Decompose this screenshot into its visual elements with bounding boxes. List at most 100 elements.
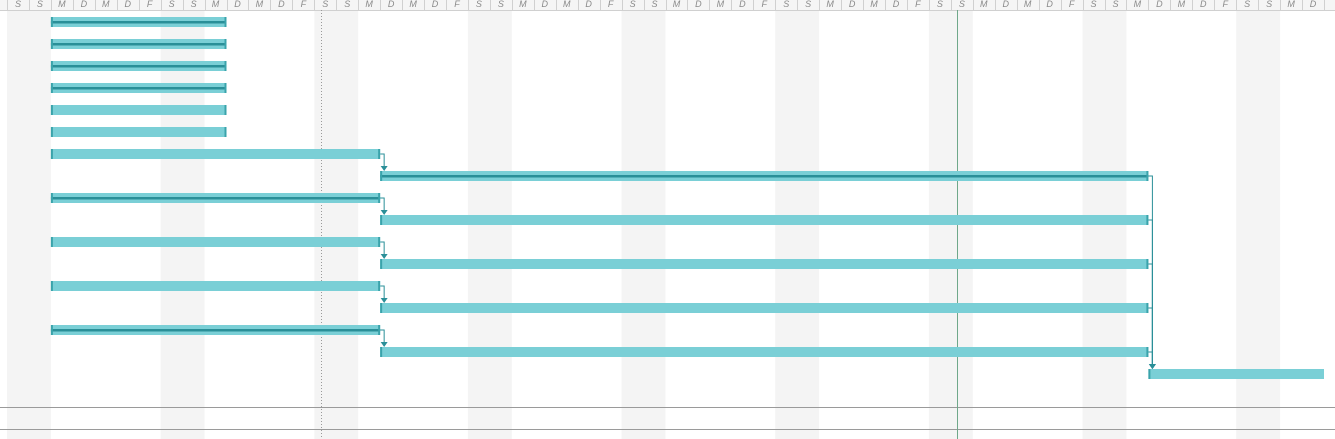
task-bar-end-cap	[224, 105, 227, 115]
timescale-day-label: M	[870, 0, 878, 9]
task-bar[interactable]	[50, 61, 227, 71]
task-bar-fill[interactable]	[380, 347, 1149, 357]
task-bar[interactable]	[1148, 369, 1324, 379]
timescale-day-label: M	[58, 0, 66, 9]
task-bar-fill[interactable]	[50, 149, 381, 159]
task-bar-fill[interactable]	[50, 105, 227, 115]
timescale-day-label: M	[717, 0, 725, 9]
task-bar-start-cap	[50, 83, 53, 93]
task-bar-fill[interactable]	[50, 281, 381, 291]
task-bar-end-cap	[1146, 303, 1149, 313]
timescale-day-label: S	[959, 0, 965, 9]
task-bar-start-cap	[380, 303, 383, 313]
task-bar[interactable]	[50, 83, 227, 93]
task-bar[interactable]	[50, 193, 381, 203]
dependency-link-line	[1148, 307, 1153, 368]
task-bar-start-cap	[50, 149, 53, 159]
task-bar-fill[interactable]	[1148, 369, 1324, 379]
task-bar-end-cap	[1146, 215, 1149, 225]
task-bar-end-cap	[378, 281, 381, 291]
gantt-timeline[interactable]: SSMDMDFSSMDMDFSSMDMDFSSMDMDFSSMDMDFSSMDM…	[0, 0, 1335, 439]
task-bar-start-cap	[50, 105, 53, 115]
timescale-day-label: S	[344, 0, 350, 9]
task-bar[interactable]	[380, 347, 1149, 357]
timescale-day-label: S	[937, 0, 943, 9]
timescale-day-label: D	[81, 0, 88, 9]
task-bar-end-cap	[378, 149, 381, 159]
dependency-link	[380, 153, 388, 171]
dependency-link-arrow	[380, 342, 388, 347]
timescale-header: SSMDMDFSSMDMDFSSMDMDFSSMDMDFSSMDMDFSSMDM…	[0, 0, 1335, 11]
timescale-day-label: F	[1222, 0, 1228, 9]
task-bar-stripe	[50, 197, 381, 200]
timescale-day-label: M	[1134, 0, 1142, 9]
timescale-day-label: D	[542, 0, 549, 9]
dependency-link-arrow	[1148, 364, 1156, 369]
timescale-day-label: D	[1002, 0, 1009, 9]
timescale-day-label: S	[805, 0, 811, 9]
dependency-link	[380, 329, 388, 347]
task-bar[interactable]	[50, 325, 381, 335]
task-bar-fill[interactable]	[380, 303, 1149, 313]
dependency-link	[380, 197, 388, 215]
timescale-day-label: D	[893, 0, 900, 9]
gantt-chart-area[interactable]: SSMDMDFSSMDMDFSSMDMDFSSMDMDFSSMDMDFSSMDM…	[0, 0, 1335, 439]
task-bar-stripe	[50, 87, 227, 90]
task-bar[interactable]	[50, 237, 381, 247]
task-bar-fill[interactable]	[50, 237, 381, 247]
timescale-day-label: D	[124, 0, 131, 9]
task-bar[interactable]	[380, 171, 1149, 181]
dependency-link	[380, 241, 388, 259]
task-bars[interactable]	[50, 17, 1324, 379]
task-bar[interactable]	[380, 215, 1149, 225]
timescale-day-label: F	[915, 0, 921, 9]
timescale-day-label: M	[563, 0, 571, 9]
task-bar-start-cap	[1148, 369, 1151, 379]
task-bar[interactable]	[50, 39, 227, 49]
task-bar-start-cap	[50, 39, 53, 49]
timescale-day-label: D	[1200, 0, 1207, 9]
task-bar-stripe	[380, 175, 1149, 178]
task-bar-fill[interactable]	[380, 215, 1149, 225]
task-bar[interactable]	[50, 149, 381, 159]
timescale-day-label: M	[102, 0, 110, 9]
timescale-day-label: M	[673, 0, 681, 9]
task-bar[interactable]	[50, 281, 381, 291]
timescale-day-label: D	[739, 0, 746, 9]
task-bar-end-cap	[224, 17, 227, 27]
timescale-day-label: D	[1310, 0, 1317, 9]
timescale-day-label: M	[1178, 0, 1186, 9]
timescale-day-label: S	[652, 0, 658, 9]
timescale-day-label: D	[585, 0, 592, 9]
task-bar-start-cap	[380, 171, 383, 181]
timescale-day-label: M	[212, 0, 220, 9]
task-bar[interactable]	[50, 17, 227, 27]
weekend-band	[314, 10, 359, 439]
task-bar-end-cap	[1146, 347, 1149, 357]
dependency-link	[380, 285, 388, 303]
timescale-day-label: D	[278, 0, 285, 9]
task-bar[interactable]	[50, 127, 227, 137]
task-bar-start-cap	[50, 61, 53, 71]
task-bar[interactable]	[50, 105, 227, 115]
dependency-link-line	[1148, 175, 1153, 368]
task-bar-fill[interactable]	[380, 259, 1149, 269]
timescale-day-label: M	[256, 0, 264, 9]
task-bar-end-cap	[378, 237, 381, 247]
dependency-link-arrow	[380, 298, 388, 303]
task-bar-end-cap	[378, 193, 381, 203]
timescale-day-label: F	[1069, 0, 1075, 9]
timescale-day-label: M	[519, 0, 527, 9]
task-bar-end-cap	[224, 127, 227, 137]
dependency-link-arrow	[380, 254, 388, 259]
timescale-day-label: F	[147, 0, 153, 9]
task-bar-fill[interactable]	[50, 127, 227, 137]
weekend-band	[7, 10, 51, 439]
task-bar[interactable]	[380, 259, 1149, 269]
timescale-day-label: M	[826, 0, 834, 9]
task-bar[interactable]	[380, 303, 1149, 313]
timescale-day-label: S	[476, 0, 482, 9]
timescale-day-label: F	[608, 0, 614, 9]
timescale-day-label: S	[169, 0, 175, 9]
timescale-day-label: D	[1156, 0, 1163, 9]
